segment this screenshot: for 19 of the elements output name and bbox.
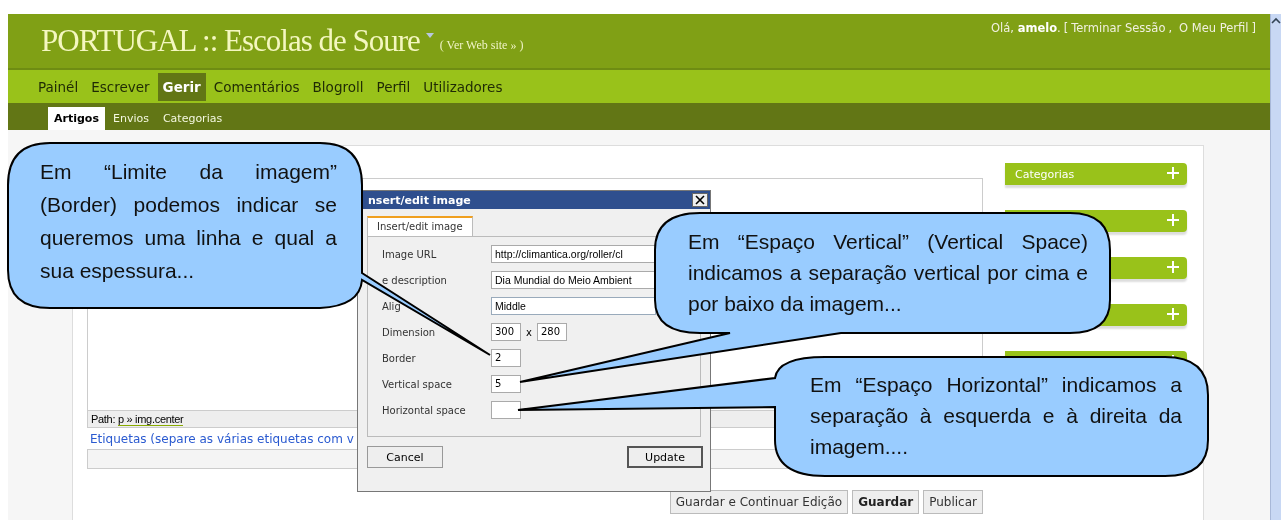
field-label: Dimension [382,326,437,338]
field-label: e description [382,274,448,286]
callout-text: Em “Espaço Horizontal” indicamos a separação à esquerda e à direita da imagem.... [810,372,1182,460]
field-label: Vertical space [382,378,453,390]
greeting-text: Olá, amelo. [991,21,1061,35]
dialog-title: nsert/edit image [368,193,471,207]
field-label: Alig [382,300,402,312]
callout-text: Em “Limite da imagem” (Border) podemos indicar se queremos uma linha e qual a sua espessura... [40,159,337,284]
bracket-text: [ [1063,21,1069,35]
tags-label: Etiquetas (separe as várias etiquetas com v [89,431,355,448]
separator-text: , [1168,21,1173,35]
widget-title: Categorias [1015,167,1075,181]
field-label: Border [382,352,417,364]
callout-text: Em “Espaço Vertical” (Vertical Space) indicamos a separação vertical por cima e por baixo da imagem... [688,229,1088,317]
times-text: x [526,326,532,338]
field-label: Horizontal space [382,404,467,416]
field-label: Image URL [382,248,438,260]
path-label: Path: [91,413,116,425]
bracket-text: ] [1251,21,1256,35]
